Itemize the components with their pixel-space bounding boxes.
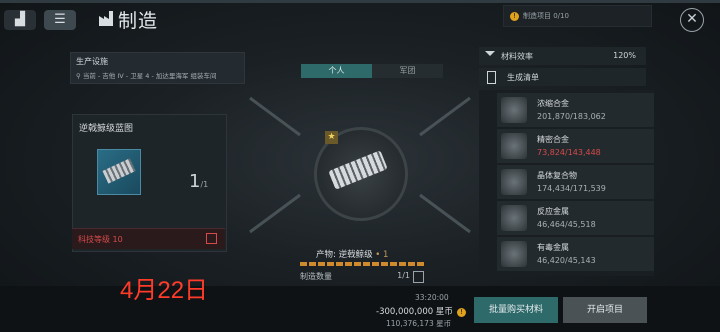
material-icon [501, 169, 527, 195]
blueprint-count: 1/1 [189, 171, 208, 192]
product-line: 产物: 逆戟鲸级 • 1 [316, 248, 388, 260]
facility-heading: 生产设施 [76, 57, 108, 66]
material-item[interactable]: 精密合金 73,824/143,448 [497, 129, 654, 163]
material-icon [501, 241, 527, 267]
manufacture-icon [99, 11, 113, 26]
facility-panel[interactable]: 生产设施 ⚲ 当前 - 吉他 IV - 卫星 4 - 加达里海军 组装车间 [70, 52, 245, 84]
material-icon [501, 205, 527, 231]
materials-list-header: 生成清单 [479, 68, 646, 86]
buy-materials-button[interactable]: 批量购买材料 [474, 297, 558, 323]
material-qty: 46,464/45,518 [537, 220, 596, 229]
location-pin-icon: ⚲ [76, 72, 83, 80]
star-icon: ★ [325, 131, 338, 144]
projects-counter[interactable]: ! 制造项目 0/10 [503, 5, 652, 27]
material-item[interactable]: 反应金属 46,464/45,518 [497, 201, 654, 235]
product-name: 逆戟鲸级 [338, 250, 373, 260]
material-qty: 201,870/183,062 [537, 112, 606, 121]
product-qty: • 1 [375, 250, 389, 260]
blueprint-thumbnail [97, 149, 141, 195]
external-link-icon [206, 233, 217, 244]
close-button[interactable]: ✕ [680, 8, 704, 32]
ownership-tabs: 个人 军团 [301, 64, 443, 78]
warning-icon: ! [510, 11, 519, 21]
diamond-icon [485, 51, 495, 59]
ship-icon [102, 158, 136, 184]
factory-button[interactable]: ▟ [4, 10, 36, 30]
material-item[interactable]: 浓缩合金 201,870/183,062 [497, 93, 654, 127]
quantity-slider[interactable] [300, 262, 424, 266]
material-item[interactable]: 晶体复合物 174,434/171,539 [497, 165, 654, 199]
efficiency-value: 120% [613, 51, 636, 60]
calculator-icon[interactable] [413, 271, 424, 283]
tech-level-label: 科技等级 10 [78, 235, 123, 244]
material-icon [501, 133, 527, 159]
page-title: 制造 [118, 10, 159, 32]
tab-corporation[interactable]: 军团 [372, 64, 443, 78]
material-icon [501, 97, 527, 123]
clipboard-icon [487, 71, 496, 84]
blueprint-count-total: /1 [200, 180, 209, 189]
material-name: 晶体复合物 [537, 171, 577, 180]
menu-button[interactable]: ☰ [44, 10, 76, 30]
factory-icon: ▟ [15, 12, 25, 27]
build-time: 33:20:00 [415, 293, 449, 302]
materials-list: 浓缩合金 201,870/183,062 精密合金 73,824/143,448… [479, 90, 654, 276]
quantity-row: 制造数量 1/1 [300, 271, 424, 283]
menu-icon: ☰ [54, 12, 66, 27]
build-cost-value: -300,000,000 星币 [376, 307, 453, 317]
material-item[interactable]: 有毒金属 46,420/45,143 [497, 237, 654, 271]
efficiency-label: 材料效率 [501, 52, 533, 61]
material-qty: 46,420/45,143 [537, 256, 596, 265]
product-label: 产物: [316, 250, 336, 260]
material-qty: 73,824/143,448 [537, 148, 601, 157]
warning-icon: ! [456, 308, 466, 317]
close-icon: ✕ [686, 11, 698, 27]
material-name: 反应金属 [537, 207, 569, 216]
materials-list-heading: 生成清单 [507, 73, 539, 82]
material-qty: 174,434/171,539 [537, 184, 606, 193]
facility-location-text: 当前 - 吉他 IV - 卫星 4 - 加达里海军 组装车间 [82, 72, 217, 80]
tab-personal[interactable]: 个人 [301, 64, 372, 78]
quantity-value: 1/1 [397, 271, 410, 280]
facility-location: ⚲ 当前 - 吉他 IV - 卫星 4 - 加达里海军 组装车间 [76, 70, 216, 80]
top-divider [0, 0, 720, 3]
wallet-balance: 110,376,173 星币 [386, 319, 452, 328]
tech-level-bar[interactable]: 科技等级 10 [72, 228, 225, 249]
date-overlay: 4月22日 [120, 277, 209, 304]
quantity-label: 制造数量 [300, 272, 332, 281]
projects-label: 制造项目 0/10 [523, 12, 569, 20]
blueprint-count-value: 1 [189, 171, 201, 192]
material-efficiency-row: 材料效率 120% [479, 47, 646, 65]
build-cost: -300,000,000 星币! [376, 305, 466, 317]
material-name: 浓缩合金 [537, 99, 569, 108]
material-name: 有毒金属 [537, 243, 569, 252]
material-name: 精密合金 [537, 135, 569, 144]
blueprint-name: 逆戟鲸级蓝图 [79, 124, 134, 134]
start-project-button[interactable]: 开启项目 [563, 297, 647, 323]
